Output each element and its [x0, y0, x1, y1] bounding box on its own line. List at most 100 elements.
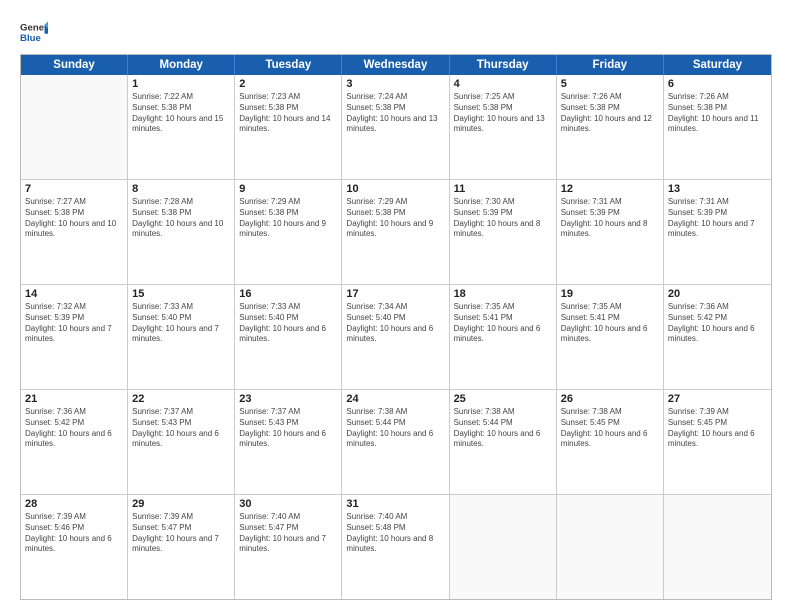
calendar-header: SundayMondayTuesdayWednesdayThursdayFrid…: [21, 55, 771, 75]
cell-info: Sunrise: 7:26 AMSunset: 5:38 PMDaylight:…: [561, 92, 659, 135]
cell-info: Sunrise: 7:36 AMSunset: 5:42 PMDaylight:…: [25, 407, 123, 450]
week-row-1: 1 Sunrise: 7:22 AMSunset: 5:38 PMDaylight…: [21, 75, 771, 180]
day-number: 10: [346, 183, 444, 195]
cal-cell: 9 Sunrise: 7:29 AMSunset: 5:38 PMDaylight…: [235, 180, 342, 284]
day-number: 11: [454, 183, 552, 195]
cal-cell: 4 Sunrise: 7:25 AMSunset: 5:38 PMDaylight…: [450, 75, 557, 179]
cal-cell: 21 Sunrise: 7:36 AMSunset: 5:42 PMDayligh…: [21, 390, 128, 494]
day-number: 25: [454, 393, 552, 405]
logo-icon: General Blue: [20, 18, 48, 46]
day-number: 23: [239, 393, 337, 405]
day-number: 28: [25, 498, 123, 510]
day-number: 13: [668, 183, 767, 195]
day-header-monday: Monday: [128, 55, 235, 75]
cell-info: Sunrise: 7:38 AMSunset: 5:44 PMDaylight:…: [454, 407, 552, 450]
cal-cell: 22 Sunrise: 7:37 AMSunset: 5:43 PMDayligh…: [128, 390, 235, 494]
cal-cell: 24Sunrise: 7:38 AMSunset: 5:44 PMDayligh…: [342, 390, 449, 494]
cell-info: Sunrise: 7:35 AMSunset: 5:41 PMDaylight:…: [561, 302, 659, 345]
cell-info: Sunrise: 7:37 AMSunset: 5:43 PMDaylight:…: [132, 407, 230, 450]
calendar: SundayMondayTuesdayWednesdayThursdayFrid…: [20, 54, 772, 600]
calendar-body: 1 Sunrise: 7:22 AMSunset: 5:38 PMDaylight…: [21, 75, 771, 599]
logo: General Blue: [20, 18, 54, 46]
cell-info: Sunrise: 7:25 AMSunset: 5:38 PMDaylight:…: [454, 92, 552, 135]
cell-info: Sunrise: 7:40 AMSunset: 5:48 PMDaylight:…: [346, 512, 444, 555]
cell-info: Sunrise: 7:26 AMSunset: 5:38 PMDaylight:…: [668, 92, 767, 135]
day-number: 8: [132, 183, 230, 195]
day-number: 3: [346, 78, 444, 90]
cell-info: Sunrise: 7:40 AMSunset: 5:47 PMDaylight:…: [239, 512, 337, 555]
day-number: 9: [239, 183, 337, 195]
cal-cell: [21, 75, 128, 179]
day-number: 4: [454, 78, 552, 90]
day-number: 15: [132, 288, 230, 300]
cell-info: Sunrise: 7:23 AMSunset: 5:38 PMDaylight:…: [239, 92, 337, 135]
day-number: 14: [25, 288, 123, 300]
cal-cell: 13 Sunrise: 7:31 AMSunset: 5:39 PMDayligh…: [664, 180, 771, 284]
cell-info: Sunrise: 7:33 AMSunset: 5:40 PMDaylight:…: [239, 302, 337, 345]
day-number: 30: [239, 498, 337, 510]
cell-info: Sunrise: 7:31 AMSunset: 5:39 PMDaylight:…: [668, 197, 767, 240]
day-header-friday: Friday: [557, 55, 664, 75]
cal-cell: 26 Sunrise: 7:38 AMSunset: 5:45 PMDayligh…: [557, 390, 664, 494]
cell-info: Sunrise: 7:34 AMSunset: 5:40 PMDaylight:…: [346, 302, 444, 345]
cell-info: Sunrise: 7:38 AMSunset: 5:45 PMDaylight:…: [561, 407, 659, 450]
cal-cell: 6Sunrise: 7:26 AMSunset: 5:38 PMDaylight…: [664, 75, 771, 179]
cell-info: Sunrise: 7:39 AMSunset: 5:45 PMDaylight:…: [668, 407, 767, 450]
cal-cell: [450, 495, 557, 599]
day-number: 20: [668, 288, 767, 300]
cal-cell: 3Sunrise: 7:24 AMSunset: 5:38 PMDaylight…: [342, 75, 449, 179]
day-number: 31: [346, 498, 444, 510]
cal-cell: 14Sunrise: 7:32 AMSunset: 5:39 PMDayligh…: [21, 285, 128, 389]
cal-cell: 2Sunrise: 7:23 AMSunset: 5:38 PMDaylight…: [235, 75, 342, 179]
cell-info: Sunrise: 7:29 AMSunset: 5:38 PMDaylight:…: [239, 197, 337, 240]
day-number: 21: [25, 393, 123, 405]
cell-info: Sunrise: 7:22 AMSunset: 5:38 PMDaylight:…: [132, 92, 230, 135]
cell-info: Sunrise: 7:29 AMSunset: 5:38 PMDaylight:…: [346, 197, 444, 240]
cell-info: Sunrise: 7:30 AMSunset: 5:39 PMDaylight:…: [454, 197, 552, 240]
header: General Blue: [20, 18, 772, 46]
cell-info: Sunrise: 7:36 AMSunset: 5:42 PMDaylight:…: [668, 302, 767, 345]
cal-cell: 16 Sunrise: 7:33 AMSunset: 5:40 PMDayligh…: [235, 285, 342, 389]
cal-cell: 18Sunrise: 7:35 AMSunset: 5:41 PMDayligh…: [450, 285, 557, 389]
day-number: 22: [132, 393, 230, 405]
cal-cell: 25 Sunrise: 7:38 AMSunset: 5:44 PMDayligh…: [450, 390, 557, 494]
week-row-5: 28Sunrise: 7:39 AMSunset: 5:46 PMDayligh…: [21, 495, 771, 599]
cal-cell: 19Sunrise: 7:35 AMSunset: 5:41 PMDayligh…: [557, 285, 664, 389]
day-number: 12: [561, 183, 659, 195]
day-header-saturday: Saturday: [664, 55, 771, 75]
day-number: 16: [239, 288, 337, 300]
day-header-tuesday: Tuesday: [235, 55, 342, 75]
cal-cell: 15 Sunrise: 7:33 AMSunset: 5:40 PMDayligh…: [128, 285, 235, 389]
cal-cell: 8 Sunrise: 7:28 AMSunset: 5:38 PMDaylight…: [128, 180, 235, 284]
page: General Blue SundayMondayTuesdayWednesda…: [0, 0, 792, 612]
day-header-thursday: Thursday: [450, 55, 557, 75]
cal-cell: 11 Sunrise: 7:30 AMSunset: 5:39 PMDayligh…: [450, 180, 557, 284]
cal-cell: 10 Sunrise: 7:29 AMSunset: 5:38 PMDayligh…: [342, 180, 449, 284]
cal-cell: 12 Sunrise: 7:31 AMSunset: 5:39 PMDayligh…: [557, 180, 664, 284]
cal-cell: 17Sunrise: 7:34 AMSunset: 5:40 PMDayligh…: [342, 285, 449, 389]
cell-info: Sunrise: 7:35 AMSunset: 5:41 PMDaylight:…: [454, 302, 552, 345]
day-header-wednesday: Wednesday: [342, 55, 449, 75]
week-row-4: 21 Sunrise: 7:36 AMSunset: 5:42 PMDayligh…: [21, 390, 771, 495]
cell-info: Sunrise: 7:28 AMSunset: 5:38 PMDaylight:…: [132, 197, 230, 240]
cal-cell: 7 Sunrise: 7:27 AMSunset: 5:38 PMDaylight…: [21, 180, 128, 284]
week-row-2: 7 Sunrise: 7:27 AMSunset: 5:38 PMDaylight…: [21, 180, 771, 285]
cal-cell: 5 Sunrise: 7:26 AMSunset: 5:38 PMDaylight…: [557, 75, 664, 179]
day-number: 7: [25, 183, 123, 195]
day-number: 24: [346, 393, 444, 405]
day-number: 26: [561, 393, 659, 405]
cal-cell: 30 Sunrise: 7:40 AMSunset: 5:47 PMDayligh…: [235, 495, 342, 599]
cell-info: Sunrise: 7:39 AMSunset: 5:47 PMDaylight:…: [132, 512, 230, 555]
cell-info: Sunrise: 7:37 AMSunset: 5:43 PMDaylight:…: [239, 407, 337, 450]
cell-info: Sunrise: 7:27 AMSunset: 5:38 PMDaylight:…: [25, 197, 123, 240]
cal-cell: 20 Sunrise: 7:36 AMSunset: 5:42 PMDayligh…: [664, 285, 771, 389]
cal-cell: 28Sunrise: 7:39 AMSunset: 5:46 PMDayligh…: [21, 495, 128, 599]
cell-info: Sunrise: 7:33 AMSunset: 5:40 PMDaylight:…: [132, 302, 230, 345]
cal-cell: [557, 495, 664, 599]
week-row-3: 14Sunrise: 7:32 AMSunset: 5:39 PMDayligh…: [21, 285, 771, 390]
day-number: 1: [132, 78, 230, 90]
cell-info: Sunrise: 7:31 AMSunset: 5:39 PMDaylight:…: [561, 197, 659, 240]
day-number: 5: [561, 78, 659, 90]
cal-cell: 23 Sunrise: 7:37 AMSunset: 5:43 PMDayligh…: [235, 390, 342, 494]
day-number: 29: [132, 498, 230, 510]
